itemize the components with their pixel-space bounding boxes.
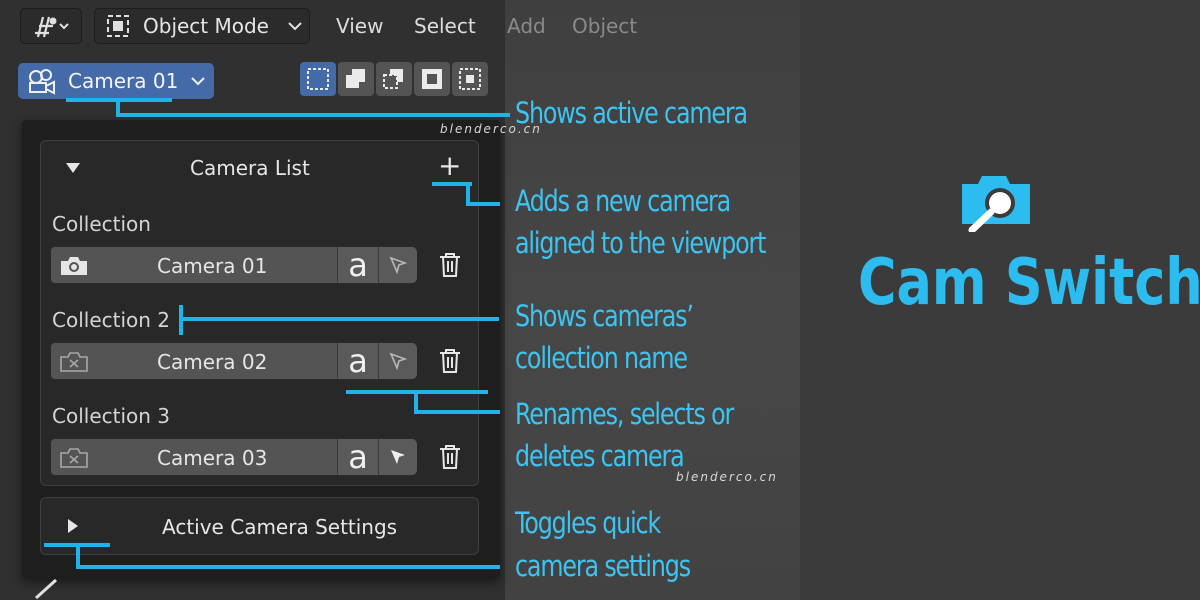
rename-camera-button[interactable]: a — [337, 343, 378, 379]
chevron-down-icon — [191, 77, 206, 86]
active-camera-dropdown[interactable]: Camera 01 — [18, 63, 214, 99]
selection-mode-group — [300, 62, 490, 98]
select-subtract-icon — [383, 69, 403, 89]
callout-line — [76, 565, 500, 569]
camera-inactive-icon — [60, 448, 88, 468]
select-new-icon — [307, 68, 329, 90]
select-camera-button[interactable] — [378, 439, 417, 475]
camera-name: Camera 03 — [157, 446, 268, 470]
menu-view[interactable]: View — [336, 14, 383, 38]
callout-line — [466, 202, 500, 206]
mode-label: Object Mode — [143, 14, 269, 38]
delete-camera-icon[interactable] — [437, 251, 463, 279]
callout-line — [414, 410, 500, 414]
delete-camera-icon[interactable] — [437, 347, 463, 375]
select-invert-button[interactable] — [414, 62, 450, 96]
viewport-axes-icon — [35, 16, 69, 38]
annotation-collection-2: collection name — [515, 341, 688, 375]
cam-switch-logo-icon — [962, 176, 1030, 232]
chevron-down-icon — [288, 22, 302, 31]
select-intersect-icon — [459, 68, 481, 90]
callout-line — [116, 113, 510, 117]
settings-label: Active Camera Settings — [162, 515, 398, 539]
select-new-button[interactable] — [300, 62, 336, 96]
select-extend-icon — [346, 69, 365, 88]
annotation-settings-1: Toggles quick — [515, 506, 661, 540]
select-subtract-button[interactable] — [376, 62, 412, 96]
callout-line — [179, 317, 499, 321]
expand-triangle-icon[interactable] — [68, 519, 78, 533]
camera-name: Camera 01 — [157, 254, 268, 278]
editor-type-button[interactable] — [20, 8, 82, 44]
menu-object[interactable]: Object — [572, 14, 637, 38]
pencil-icon — [34, 578, 58, 600]
annotation-settings-2: camera settings — [515, 549, 691, 583]
annotation-active-camera: Shows active camera — [515, 96, 748, 130]
select-camera-button[interactable] — [378, 247, 417, 283]
rename-camera-button[interactable]: a — [337, 247, 378, 283]
collapse-triangle-icon[interactable] — [66, 163, 80, 173]
delete-camera-icon[interactable] — [437, 443, 463, 471]
active-camera-label: Camera 01 — [68, 69, 179, 93]
select-camera-button[interactable] — [378, 343, 417, 379]
select-extend-button[interactable] — [338, 62, 374, 96]
collection-label: Collection 2 — [52, 308, 171, 332]
camera-row[interactable]: Camera 01 a — [50, 246, 417, 284]
camera-name: Camera 02 — [157, 350, 268, 374]
annotation-add-camera-2: aligned to the viewport — [515, 226, 767, 260]
camera-row[interactable]: Camera 03 a — [50, 438, 417, 476]
menu-add[interactable]: Add — [507, 14, 546, 38]
collection-label: Collection 3 — [52, 404, 171, 428]
mode-dropdown[interactable]: Object Mode — [94, 8, 310, 44]
cursor-outline-icon — [389, 256, 408, 275]
cursor-filled-icon — [391, 450, 405, 464]
select-invert-icon — [422, 69, 442, 89]
panel-title: Camera List — [190, 156, 310, 180]
select-intersect-button[interactable] — [452, 62, 488, 96]
camera-search-icon — [29, 69, 55, 95]
collection-label: Collection — [52, 212, 151, 236]
camera-row[interactable]: Camera 02 a — [50, 342, 417, 380]
annotation-rename-2: deletes camera — [515, 439, 685, 473]
menu-select[interactable]: Select — [414, 14, 476, 38]
watermark: blenderco.cn — [676, 470, 778, 484]
cursor-outline-icon — [389, 352, 408, 371]
annotation-add-camera-1: Adds a new camera — [515, 184, 731, 218]
rename-camera-button[interactable]: a — [337, 439, 378, 475]
object-mode-icon — [107, 15, 129, 37]
camera-active-icon — [61, 257, 87, 275]
annotation-rename-1: Renames, selects or — [515, 397, 734, 431]
add-camera-button[interactable]: + — [438, 152, 461, 180]
camera-inactive-icon — [60, 352, 88, 372]
annotation-collection-1: Shows cameras’ — [515, 299, 694, 333]
brand-title: Cam Switch — [858, 246, 1200, 320]
